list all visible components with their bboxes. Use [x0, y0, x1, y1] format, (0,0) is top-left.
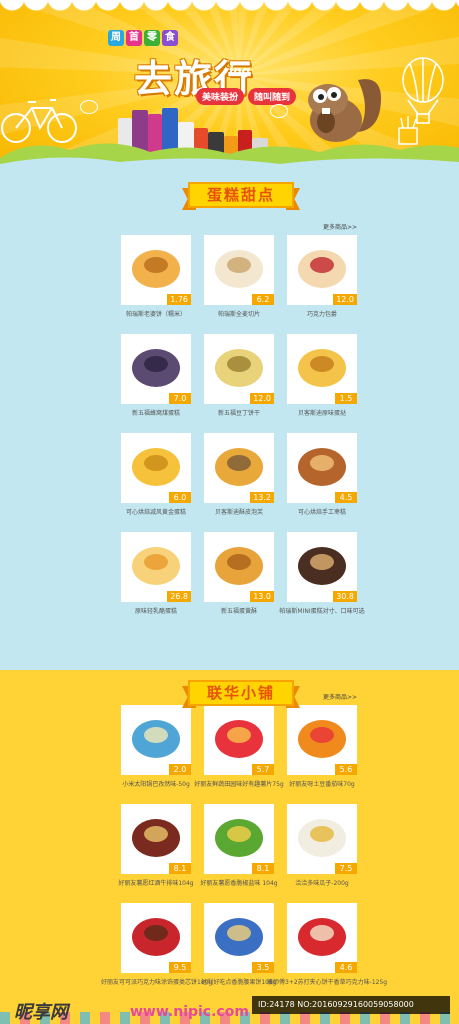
product-card[interactable]: 7.0	[121, 334, 191, 404]
badge-char: 食	[162, 30, 178, 46]
egg-tart-icon	[298, 349, 346, 387]
product-card[interactable]: 12.0	[204, 334, 274, 404]
chip-tube-green-icon	[215, 819, 263, 857]
price-tag: 5.7	[252, 764, 274, 775]
choco-pie-box-icon	[132, 918, 180, 956]
crisps-bag-icon	[132, 720, 180, 758]
product-card[interactable]: 6.2	[204, 235, 274, 305]
product-card[interactable]: 30.8	[287, 532, 357, 602]
soda-cracker-icon	[298, 918, 346, 956]
section-title: 蛋糕甜点	[188, 182, 294, 208]
section-title-ribbon: 联华小铺	[182, 680, 300, 710]
slogan-tag: 美味装扮	[196, 88, 245, 105]
product-name[interactable]: 帕瑞斯MINI蛋糕对寸、口味可选	[267, 606, 377, 615]
product-card[interactable]: 1.76	[121, 235, 191, 305]
product-name[interactable]: 贝客斯迪原味蛋挞	[267, 408, 377, 417]
date-cake-icon	[298, 448, 346, 486]
price-tag: 13.0	[250, 591, 274, 602]
badge-char: 零	[144, 30, 160, 46]
banner-title-suffix: ing	[229, 64, 251, 78]
price-tag: 6.2	[252, 294, 274, 305]
price-tag: 13.2	[250, 492, 274, 503]
product-card[interactable]: 5.6	[287, 705, 357, 775]
badge-char: 周	[108, 30, 124, 46]
product-card[interactable]: 5.7	[204, 705, 274, 775]
chip-tube-red-icon	[132, 819, 180, 857]
product-card[interactable]: 3.5	[204, 903, 274, 973]
honeycomb-cake-icon	[132, 349, 180, 387]
cloud-border	[0, 0, 459, 18]
cheesecake-icon	[132, 547, 180, 585]
product-card[interactable]: 4.5	[287, 433, 357, 503]
cake-slice-icon	[298, 250, 346, 288]
product-name[interactable]: 好丽友呀土豆番茄味70g	[267, 779, 377, 788]
product-card[interactable]: 13.0	[204, 532, 274, 602]
price-tag: 26.8	[167, 591, 191, 602]
badge-char: 首	[126, 30, 142, 46]
mini-cake-icon	[298, 547, 346, 585]
product-card[interactable]: 2.0	[121, 705, 191, 775]
chips-bag-icon	[215, 720, 263, 758]
pastry-icon	[132, 250, 180, 288]
price-tag: 8.1	[169, 863, 191, 874]
price-tag: 12.0	[250, 393, 274, 404]
watermark-id: ID:24178 NO:20160929160059058000	[252, 996, 450, 1014]
watermark-url: www.nipic.com	[130, 1004, 249, 1020]
price-tag: 1.76	[167, 294, 191, 305]
product-name[interactable]: 可心烘焙手工枣糕	[267, 507, 377, 516]
price-tag: 8.1	[252, 863, 274, 874]
bread-loaf-icon	[215, 250, 263, 288]
speech-bubble-icon	[270, 104, 288, 118]
golden-cake-icon	[132, 448, 180, 486]
price-tag: 9.5	[169, 962, 191, 973]
yolk-pastry-icon	[215, 547, 263, 585]
section-title-ribbon: 蛋糕甜点	[182, 182, 300, 212]
puff-tray-icon	[215, 448, 263, 486]
price-tag: 4.5	[335, 492, 357, 503]
grass-hills	[0, 143, 459, 168]
brand-badge: 周 首 零 食	[108, 30, 178, 46]
product-name[interactable]: 康师傅3+2苏打夹心饼干香草巧克力味-125g	[267, 977, 387, 986]
product-name[interactable]: 洽洽多味瓜子-200g	[267, 878, 377, 887]
price-tag: 12.0	[333, 294, 357, 305]
potato-snack-icon	[298, 720, 346, 758]
section-title: 联华小铺	[188, 680, 294, 706]
product-card[interactable]: 8.1	[121, 804, 191, 874]
cashew-biscuit-icon	[215, 918, 263, 956]
more-products-link[interactable]: 更多商品>>	[323, 692, 357, 701]
price-tag: 6.0	[169, 492, 191, 503]
price-tag: 5.6	[335, 764, 357, 775]
price-tag: 7.0	[169, 393, 191, 404]
price-tag: 3.5	[252, 962, 274, 973]
product-name[interactable]: 巧克力包爵	[267, 309, 377, 318]
product-card[interactable]: 8.1	[204, 804, 274, 874]
price-tag: 1.5	[335, 393, 357, 404]
watermark-logo: 昵享网	[14, 1002, 68, 1023]
product-card[interactable]: 26.8	[121, 532, 191, 602]
product-card[interactable]: 6.0	[121, 433, 191, 503]
cookie-jar-icon	[215, 349, 263, 387]
product-card[interactable]: 12.0	[287, 235, 357, 305]
product-card[interactable]: 13.2	[204, 433, 274, 503]
price-tag: 7.5	[335, 863, 357, 874]
banner-slogan: 美味装扮 随叫随到	[196, 88, 297, 105]
product-card[interactable]: 9.5	[121, 903, 191, 973]
price-tag: 4.6	[335, 962, 357, 973]
price-tag: 30.8	[333, 591, 357, 602]
speech-bubble-icon	[80, 100, 98, 114]
product-card[interactable]: 7.5	[287, 804, 357, 874]
product-card[interactable]: 4.6	[287, 903, 357, 973]
hero-banner: 周 首 零 食 去旅行 ing 美味装扮 随叫随到	[0, 0, 459, 168]
seeds-bag-icon	[298, 819, 346, 857]
more-products-link[interactable]: 更多商品>>	[323, 222, 357, 231]
price-tag: 2.0	[169, 764, 191, 775]
product-card[interactable]: 1.5	[287, 334, 357, 404]
